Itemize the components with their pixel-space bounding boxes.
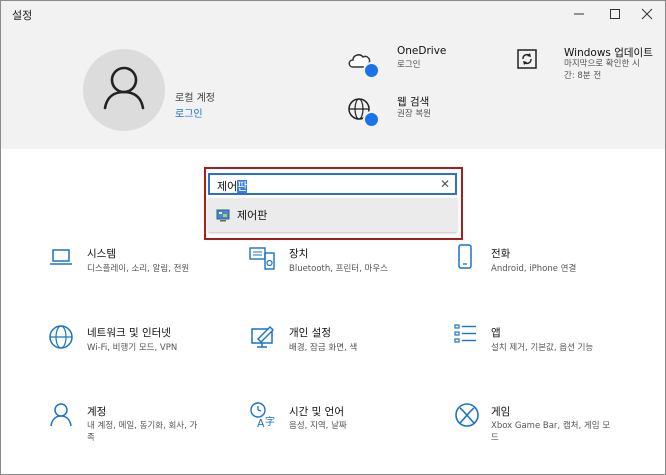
window-title: 설정 (12, 9, 33, 22)
windows-update-sub-line1: 마지막으로 확인한 시 (564, 59, 640, 69)
search-suggestion-item[interactable]: 제어판 (208, 198, 457, 232)
category-system-title: 시스템 (87, 248, 116, 260)
web-search-status-dot (363, 111, 380, 128)
category-accounts-sub-line2: 족 (87, 433, 95, 443)
web-search-title: 웹 검색 (397, 96, 430, 108)
category-time-language-title: 시간 및 언어 (289, 406, 344, 418)
category-system-sub: 디스플레이, 소리, 알림, 전원 (87, 264, 190, 274)
category-accounts-sub-line1: 내 계정, 메일, 동기화, 회사, 가 (87, 421, 198, 431)
laptop-icon (50, 249, 72, 265)
clear-search-icon[interactable]: ✕ (440, 177, 450, 191)
category-personalization-title: 개인 설정 (289, 327, 331, 339)
category-gaming-sub-line1: Xbox Game Bar, 캡처, 게임 모 (491, 421, 611, 431)
user-icon (103, 66, 145, 110)
windows-update-icon (517, 49, 537, 69)
category-gaming-sub-line2: 드 (491, 433, 499, 443)
onedrive-sub: 로그인 (397, 60, 421, 70)
web-search-sub: 권장 복원 (397, 109, 431, 119)
onedrive-title: OneDrive (397, 45, 447, 57)
control-panel-icon (216, 209, 230, 222)
category-network-sub: Wi-Fi, 비행기 모드, VPN (87, 343, 178, 353)
account-login-link[interactable]: 로그인 (175, 105, 203, 120)
category-personalization-sub: 배경, 잠금 화면, 색 (289, 343, 358, 353)
category-phone-title: 전화 (491, 248, 511, 260)
close-icon (641, 8, 653, 20)
search-text-selected: 판 (237, 180, 248, 193)
time-language-icon: A 字 (250, 402, 275, 429)
windows-update-sub-line2: 간: 8분 전 (564, 71, 602, 81)
keyboard-speaker-icon (249, 247, 275, 270)
category-gaming-title: 게임 (491, 406, 511, 418)
network-globe-icon (49, 325, 73, 349)
account-type: 로컬 계정 (175, 93, 215, 104)
apps-list-icon (454, 324, 476, 343)
category-apps-sub: 설치 제거, 기본값, 옵션 기능 (491, 343, 594, 353)
person-icon (50, 403, 72, 427)
category-apps-title: 앱 (491, 327, 501, 339)
svg-text:字: 字 (265, 415, 275, 428)
search-input[interactable]: 제어판 ✕ (208, 173, 457, 195)
search-text-before: 제어 (217, 180, 238, 193)
category-devices-title: 장치 (289, 248, 309, 260)
phone-icon (458, 244, 472, 269)
settings-window: 설정 로컬 계정 로그인 OneDrive 로그인 웹 검색 권장 복원 Win… (0, 0, 666, 475)
category-network-title: 네트워크 및 인터넷 (87, 327, 171, 339)
svg-text:A: A (257, 417, 265, 429)
close-button[interactable] (629, 1, 665, 27)
maximize-button[interactable] (597, 1, 633, 27)
minimize-button[interactable] (561, 1, 597, 27)
paint-screen-icon (251, 326, 274, 348)
category-accounts-title: 계정 (87, 406, 107, 418)
minimize-icon (574, 13, 584, 15)
category-time-language-sub: 음성, 지역, 날짜 (289, 421, 347, 431)
avatar[interactable] (83, 49, 165, 131)
category-devices-sub: Bluetooth, 프린터, 마우스 (289, 264, 388, 274)
maximize-icon (610, 9, 620, 19)
suggestion-label: 제어판 (237, 209, 268, 222)
xbox-icon (455, 403, 479, 427)
category-phone-sub: Android, iPhone 연결 (491, 264, 577, 274)
onedrive-status-dot (363, 62, 380, 79)
search-text: 제어판 (217, 178, 248, 194)
